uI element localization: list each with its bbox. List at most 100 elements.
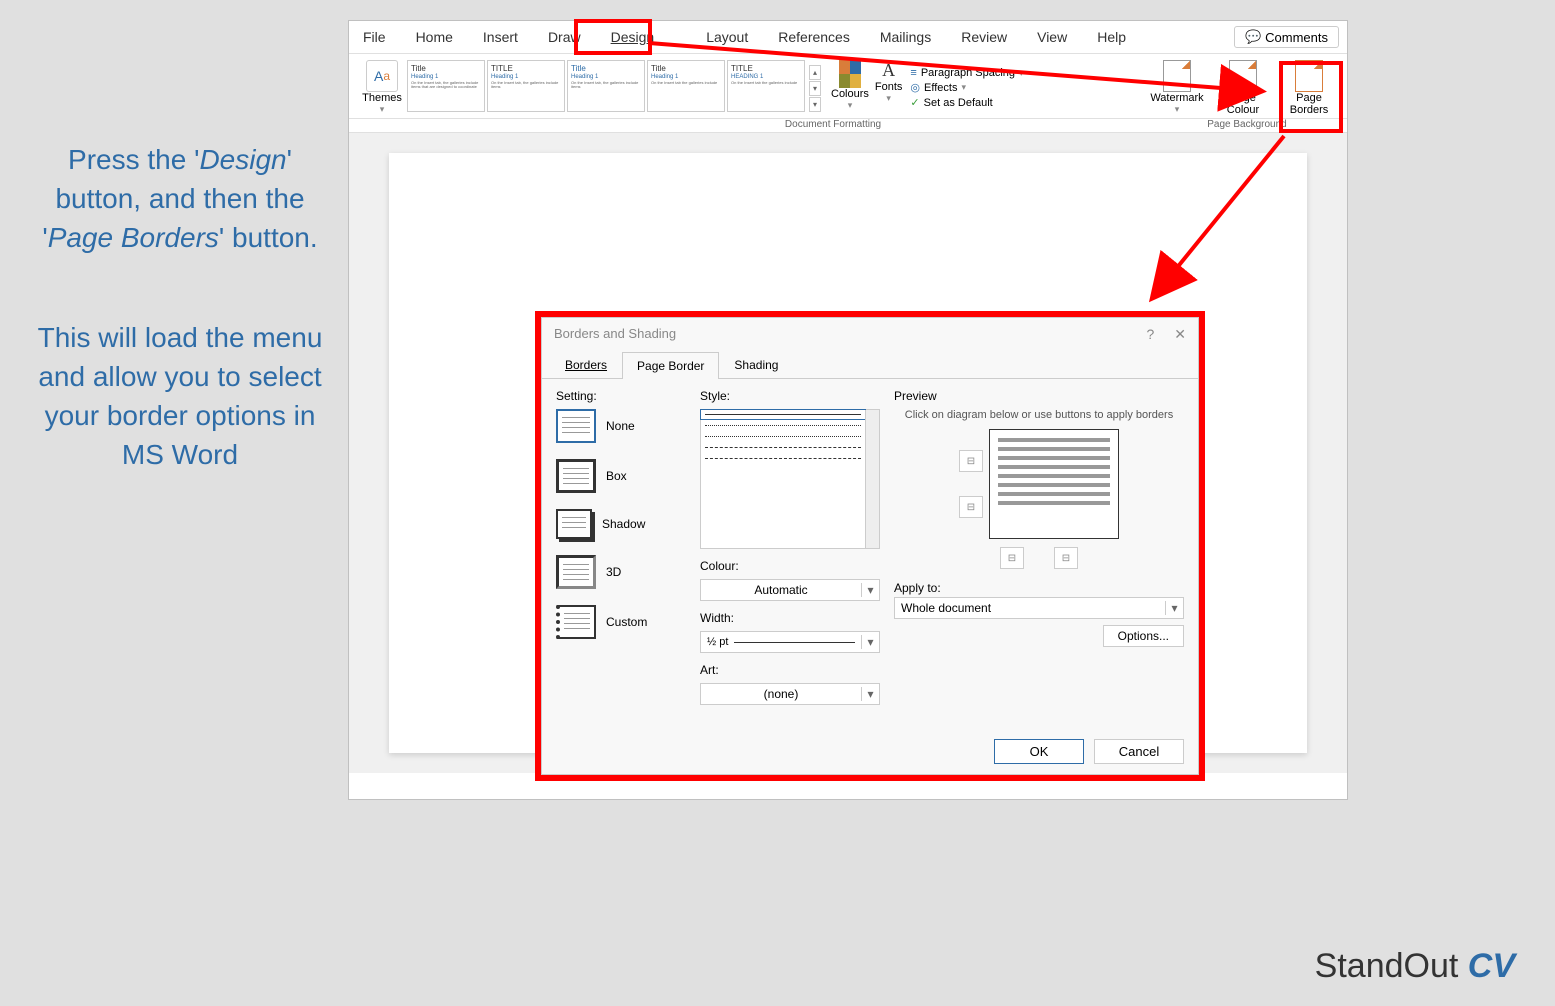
set-default-button[interactable]: ✓Set as Default <box>910 96 1023 109</box>
gallery-down-icon[interactable]: ▾ <box>809 81 821 96</box>
setting-shadow-icon <box>556 509 592 539</box>
colours-label: Colours <box>831 88 869 100</box>
border-bottom-button[interactable]: ⊟ <box>959 496 983 518</box>
style-option[interactable] <box>705 425 861 426</box>
art-combo[interactable]: (none) ▾ <box>700 683 880 705</box>
border-top-button[interactable]: ⊟ <box>959 450 983 472</box>
chevron-down-icon: ▾ <box>1175 104 1180 115</box>
style-label: Style: <box>700 389 880 403</box>
width-label: Width: <box>700 611 880 625</box>
instruction-text: ' button. <box>219 222 318 253</box>
tab-home[interactable]: Home <box>410 25 459 49</box>
ribbon-tabs: File Home Insert Draw Design Layout Refe… <box>349 21 1347 54</box>
gallery-up-icon[interactable]: ▴ <box>809 65 821 80</box>
style-option[interactable] <box>705 414 861 415</box>
instruction-para2: This will load the menu and allow you to… <box>30 318 330 475</box>
tab-review[interactable]: Review <box>955 25 1013 49</box>
tab-mailings[interactable]: Mailings <box>874 25 937 49</box>
colour-combo[interactable]: Automatic ▾ <box>700 579 880 601</box>
check-icon: ✓ <box>910 96 919 109</box>
width-combo[interactable]: ½ pt ▾ <box>700 631 880 653</box>
chevron-down-icon: ▾ <box>848 100 853 111</box>
tab-insert[interactable]: Insert <box>477 25 524 49</box>
setting-box-icon <box>556 459 596 493</box>
border-left-button[interactable]: ⊟ <box>1000 547 1024 569</box>
instruction-text: Press the ' <box>68 144 199 175</box>
gallery-more-icon[interactable]: ▾ <box>809 97 821 112</box>
border-right-button[interactable]: ⊟ <box>1054 547 1078 569</box>
help-icon[interactable]: ? <box>1146 326 1154 343</box>
effects-button[interactable]: ◎Effects ▾ <box>910 81 1023 94</box>
preview-page[interactable] <box>989 429 1119 539</box>
style-column: Style: Colour: Automatic <box>700 389 880 719</box>
chevron-down-icon: ▾ <box>1165 601 1183 615</box>
apply-label: Apply to: <box>894 581 1184 595</box>
fonts-button[interactable]: A Fonts ▾ <box>875 60 903 116</box>
ok-button[interactable]: OK <box>994 739 1084 764</box>
group-label-docfmt: Document Formatting <box>519 119 1147 130</box>
paragraph-spacing-button[interactable]: ≡Paragraph Spacing ▾ <box>910 67 1023 79</box>
comments-label: Comments <box>1265 30 1328 45</box>
themes-icon: Aa <box>366 60 398 92</box>
preview-column: Preview Click on diagram below or use bu… <box>894 389 1184 719</box>
scrollbar[interactable] <box>865 410 879 548</box>
setting-none[interactable]: None <box>556 409 686 443</box>
fonts-label: Fonts <box>875 81 903 93</box>
page-colour-icon <box>1229 60 1257 92</box>
style-option[interactable] <box>705 458 861 459</box>
setting-column: Setting: None Box Shadow <box>556 389 686 719</box>
close-icon[interactable]: ✕ <box>1174 326 1186 343</box>
fonts-icon: A <box>882 60 895 81</box>
chevron-down-icon: ▾ <box>380 104 385 115</box>
ribbon-group-labels: Document Formatting Page Background <box>349 119 1347 133</box>
colours-button[interactable]: Colours ▾ <box>831 60 869 116</box>
preview-label: Preview <box>894 389 1184 403</box>
watermark-icon <box>1163 60 1191 92</box>
page-colour-button[interactable]: Page Colour <box>1213 60 1273 116</box>
setting-3d-icon <box>556 555 596 589</box>
tab-file[interactable]: File <box>357 25 392 49</box>
setting-custom-icon <box>556 605 596 639</box>
style-gallery[interactable]: Title Heading 1 On the Insert tab, the g… <box>407 60 821 116</box>
style-list[interactable] <box>700 409 880 549</box>
chevron-down-icon: ▾ <box>1019 68 1024 79</box>
dialog-titlebar: Borders and Shading ? ✕ <box>542 318 1198 351</box>
chevron-down-icon: ▾ <box>861 635 879 649</box>
style-thumb[interactable]: TITLE HEADING 1 On the Insert tab the ga… <box>727 60 805 112</box>
chevron-down-icon: ▾ <box>961 82 966 93</box>
style-option[interactable] <box>705 436 861 437</box>
tab-view[interactable]: View <box>1031 25 1073 49</box>
comments-button[interactable]: 💬 Comments <box>1234 26 1339 48</box>
options-button[interactable]: Options... <box>1103 625 1184 647</box>
setting-shadow[interactable]: Shadow <box>556 509 686 539</box>
word-window: File Home Insert Draw Design Layout Refe… <box>348 20 1348 800</box>
instruction-panel: Press the 'Design' button, and then the … <box>30 140 330 474</box>
themes-button[interactable]: Aa Themes ▾ <box>357 60 407 116</box>
style-thumb[interactable]: Title Heading 1 On the Insert tab, the g… <box>567 60 645 112</box>
borders-shading-dialog: Borders and Shading ? ✕ Borders Page Bor… <box>541 317 1199 775</box>
watermark-button[interactable]: Watermark ▾ <box>1147 60 1207 116</box>
setting-3d[interactable]: 3D <box>556 555 686 589</box>
tab-page-border[interactable]: Page Border <box>622 352 719 379</box>
apply-combo[interactable]: Whole document ▾ <box>894 597 1184 619</box>
style-thumb[interactable]: TITLE Heading 1 On the Insert tab, the g… <box>487 60 565 112</box>
style-thumb[interactable]: Title Heading 1 On the Insert tab the ga… <box>647 60 725 112</box>
dialog-highlight: Borders and Shading ? ✕ Borders Page Bor… <box>535 311 1205 781</box>
dialog-tabs: Borders Page Border Shading <box>542 351 1198 379</box>
setting-custom[interactable]: Custom <box>556 605 686 639</box>
style-thumb[interactable]: Title Heading 1 On the Insert tab, the g… <box>407 60 485 112</box>
tab-references[interactable]: References <box>772 25 856 49</box>
tab-shading[interactable]: Shading <box>719 351 793 378</box>
chevron-down-icon: ▾ <box>861 583 879 597</box>
tab-help[interactable]: Help <box>1091 25 1132 49</box>
art-label: Art: <box>700 663 880 677</box>
setting-box[interactable]: Box <box>556 459 686 493</box>
gallery-nav: ▴ ▾ ▾ <box>809 60 821 116</box>
format-options: ≡Paragraph Spacing ▾ ◎Effects ▾ ✓Set as … <box>910 60 1023 116</box>
colours-icon <box>839 60 861 88</box>
style-option[interactable] <box>705 447 861 448</box>
tab-borders[interactable]: Borders <box>550 351 622 378</box>
tab-layout[interactable]: Layout <box>700 25 754 49</box>
cancel-button[interactable]: Cancel <box>1094 739 1184 764</box>
ribbon-content: Aa Themes ▾ Title Heading 1 On the Inser… <box>349 54 1347 119</box>
